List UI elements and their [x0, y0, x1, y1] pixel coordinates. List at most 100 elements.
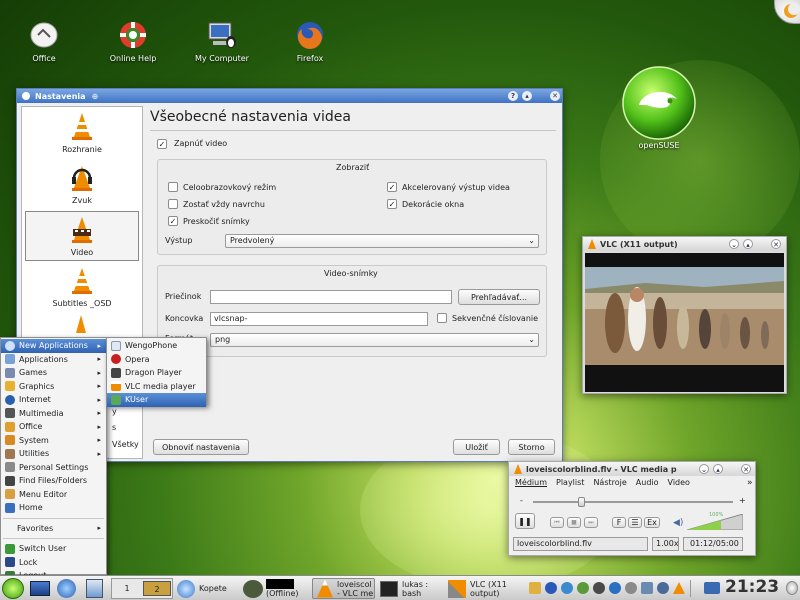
video-output-titlebar[interactable]: VLC (X11 output) ⌄ ▴ ✕ [583, 237, 786, 251]
always-on-top-checkbox[interactable] [168, 199, 178, 209]
submenu-item-dragon-player[interactable]: Dragon Player [107, 366, 206, 380]
menu-item-system[interactable]: System ▸ [1, 434, 106, 448]
sequential-numbering-checkbox[interactable] [437, 313, 447, 323]
enable-video-checkbox[interactable]: ✓ [157, 139, 167, 149]
show-desktop-icon[interactable] [30, 581, 50, 596]
tray-network-icon[interactable] [561, 582, 573, 594]
seek-slider[interactable] [533, 497, 733, 507]
menu-item-lock[interactable]: Lock [1, 556, 106, 570]
volume-slider[interactable]: 100% [686, 512, 744, 531]
submenu-item-vlc[interactable]: VLC media player [107, 380, 206, 394]
reset-button[interactable]: Obnoviť nastavenia [153, 439, 249, 455]
maximize-icon[interactable]: ▴ [743, 239, 753, 249]
sidebar-item-interface[interactable]: Rozhranie [24, 109, 140, 157]
task-vlc[interactable]: loveiscol - VLC me [312, 578, 375, 599]
save-button[interactable]: Uložiť [453, 439, 500, 455]
minimize-icon[interactable]: ⌄ [729, 239, 739, 249]
menu-item-office[interactable]: Office ▸ [1, 420, 106, 434]
sidebar-item-subtitles[interactable]: Subtitles _OSD [24, 263, 140, 311]
menu-item-menu-editor[interactable]: Menu Editor [1, 488, 106, 502]
menu-item-graphics[interactable]: Graphics ▸ [1, 380, 106, 394]
playback-speed[interactable]: 1.00x [652, 537, 679, 551]
clock[interactable]: 21:23 [725, 577, 779, 597]
menu-item-favorites[interactable]: Favorites ▸ [1, 522, 106, 536]
submenu-item-opera[interactable]: Opera [107, 353, 206, 367]
menu-item-personal-settings[interactable]: Personal Settings [1, 461, 106, 475]
desktop-icon-my-computer[interactable]: My Computer [187, 20, 257, 63]
menu-media[interactable]: Médium [515, 478, 547, 490]
desktop-1-button[interactable]: 1 [112, 579, 142, 598]
directory-field[interactable] [210, 290, 452, 304]
maximize-icon[interactable]: ▴ [713, 464, 723, 474]
prefix-field[interactable]: vlcsnap- [210, 312, 428, 326]
maximize-icon[interactable]: ▴ [522, 91, 532, 101]
sidebar-item-audio[interactable]: Zvuk [24, 160, 140, 208]
vlc-titlebar[interactable]: loveiscolorblind.flv - VLC media p ⌄ ▴ ✕ [509, 462, 755, 476]
close-icon[interactable]: ✕ [771, 239, 781, 249]
desktop-icon-office[interactable]: Office [9, 20, 79, 63]
tray-vlc-icon[interactable] [673, 582, 685, 594]
sidebar-item-video[interactable]: Video [25, 211, 139, 261]
previous-button[interactable]: ⏮ [550, 517, 564, 528]
menu-audio[interactable]: Audio [636, 478, 659, 490]
desktop-icon-firefox[interactable]: Firefox [275, 20, 345, 63]
browse-button[interactable]: Prehľadávať... [458, 289, 540, 305]
playlist-button[interactable]: ☰ [628, 517, 642, 528]
panel-options-icon[interactable] [786, 581, 798, 595]
menu-item-find-files[interactable]: Find Files/Folders [1, 474, 106, 488]
corner-dashboard-icon[interactable] [774, 0, 800, 24]
window-decorations-checkbox[interactable]: ✓ [387, 199, 397, 209]
menu-playlist[interactable]: Playlist [556, 478, 584, 490]
cancel-button[interactable]: Storno [508, 439, 555, 455]
submenu-item-kuser[interactable]: KUser [107, 393, 206, 407]
settings-titlebar[interactable]: Nastavenia ⊕ ? ▴ ✕ [17, 89, 562, 103]
menu-video[interactable]: Video [668, 478, 690, 490]
output-select[interactable]: Predvolený ⌄ [225, 234, 539, 248]
desktop-2-button[interactable]: 2 [143, 581, 171, 596]
browser-globe-icon[interactable] [57, 579, 76, 598]
tray-chat-icon[interactable] [577, 582, 589, 594]
task-vlc-x11[interactable]: VLC (X11 output) [448, 578, 516, 599]
menu-item-switch-user[interactable]: Switch User [1, 542, 106, 556]
tray-volume-icon[interactable] [657, 582, 669, 594]
skip-frames-checkbox[interactable]: ✓ [168, 216, 178, 226]
tray-updater-icon[interactable] [609, 582, 621, 594]
menu-item-home[interactable]: Home [1, 501, 106, 515]
fullscreen-checkbox[interactable] [168, 182, 178, 192]
file-manager-icon[interactable] [86, 579, 103, 598]
format-select[interactable]: png ⌄ [210, 333, 539, 347]
tray-display-icon[interactable] [704, 582, 720, 594]
time-display[interactable]: 01:12/05:00 [683, 537, 743, 551]
menu-item-new-applications[interactable]: New Applications ▸ [1, 339, 106, 353]
menu-item-applications[interactable]: Applications ▸ [1, 353, 106, 367]
tray-battery-icon[interactable] [641, 582, 653, 594]
close-icon[interactable]: ✕ [741, 464, 751, 474]
close-icon[interactable]: ✕ [550, 91, 560, 101]
next-button[interactable]: ⏭ [584, 517, 598, 528]
task-terminal[interactable]: lukas : bash [380, 578, 442, 599]
fullscreen-button[interactable]: F [612, 517, 626, 528]
menu-tools[interactable]: Nástroje [593, 478, 626, 490]
tray-disk-icon[interactable] [625, 582, 637, 594]
menu-item-games[interactable]: Games ▸ [1, 366, 106, 380]
menu-item-multimedia[interactable]: Multimedia ▸ [1, 407, 106, 421]
accelerated-output-checkbox[interactable]: ✓ [387, 182, 397, 192]
seek-handle[interactable] [578, 497, 585, 507]
sidebar-all-label[interactable]: Všetky [112, 440, 139, 449]
tray-clipboard-icon[interactable] [593, 582, 605, 594]
kickoff-button[interactable] [2, 578, 24, 599]
menu-item-internet[interactable]: Internet ▸ [1, 393, 106, 407]
task-offline[interactable]: (Offline) [243, 578, 309, 599]
extended-settings-button[interactable]: Ex [644, 517, 660, 528]
task-kopete[interactable]: Kopete [177, 578, 239, 599]
menu-item-utilities[interactable]: Utilities ▸ [1, 447, 106, 461]
menu-overflow-icon[interactable]: » [747, 478, 753, 488]
tray-help-icon[interactable] [545, 582, 557, 594]
speaker-icon[interactable]: ◀) [673, 518, 683, 528]
stop-button[interactable]: ■ [567, 517, 581, 528]
desktop-icon-online-help[interactable]: Online Help [98, 20, 168, 63]
help-icon[interactable]: ? [508, 91, 518, 101]
tray-folder-icon[interactable] [529, 582, 541, 594]
pause-button[interactable]: ❚❚ [515, 513, 535, 529]
pin-icon[interactable]: ⊕ [92, 92, 99, 101]
